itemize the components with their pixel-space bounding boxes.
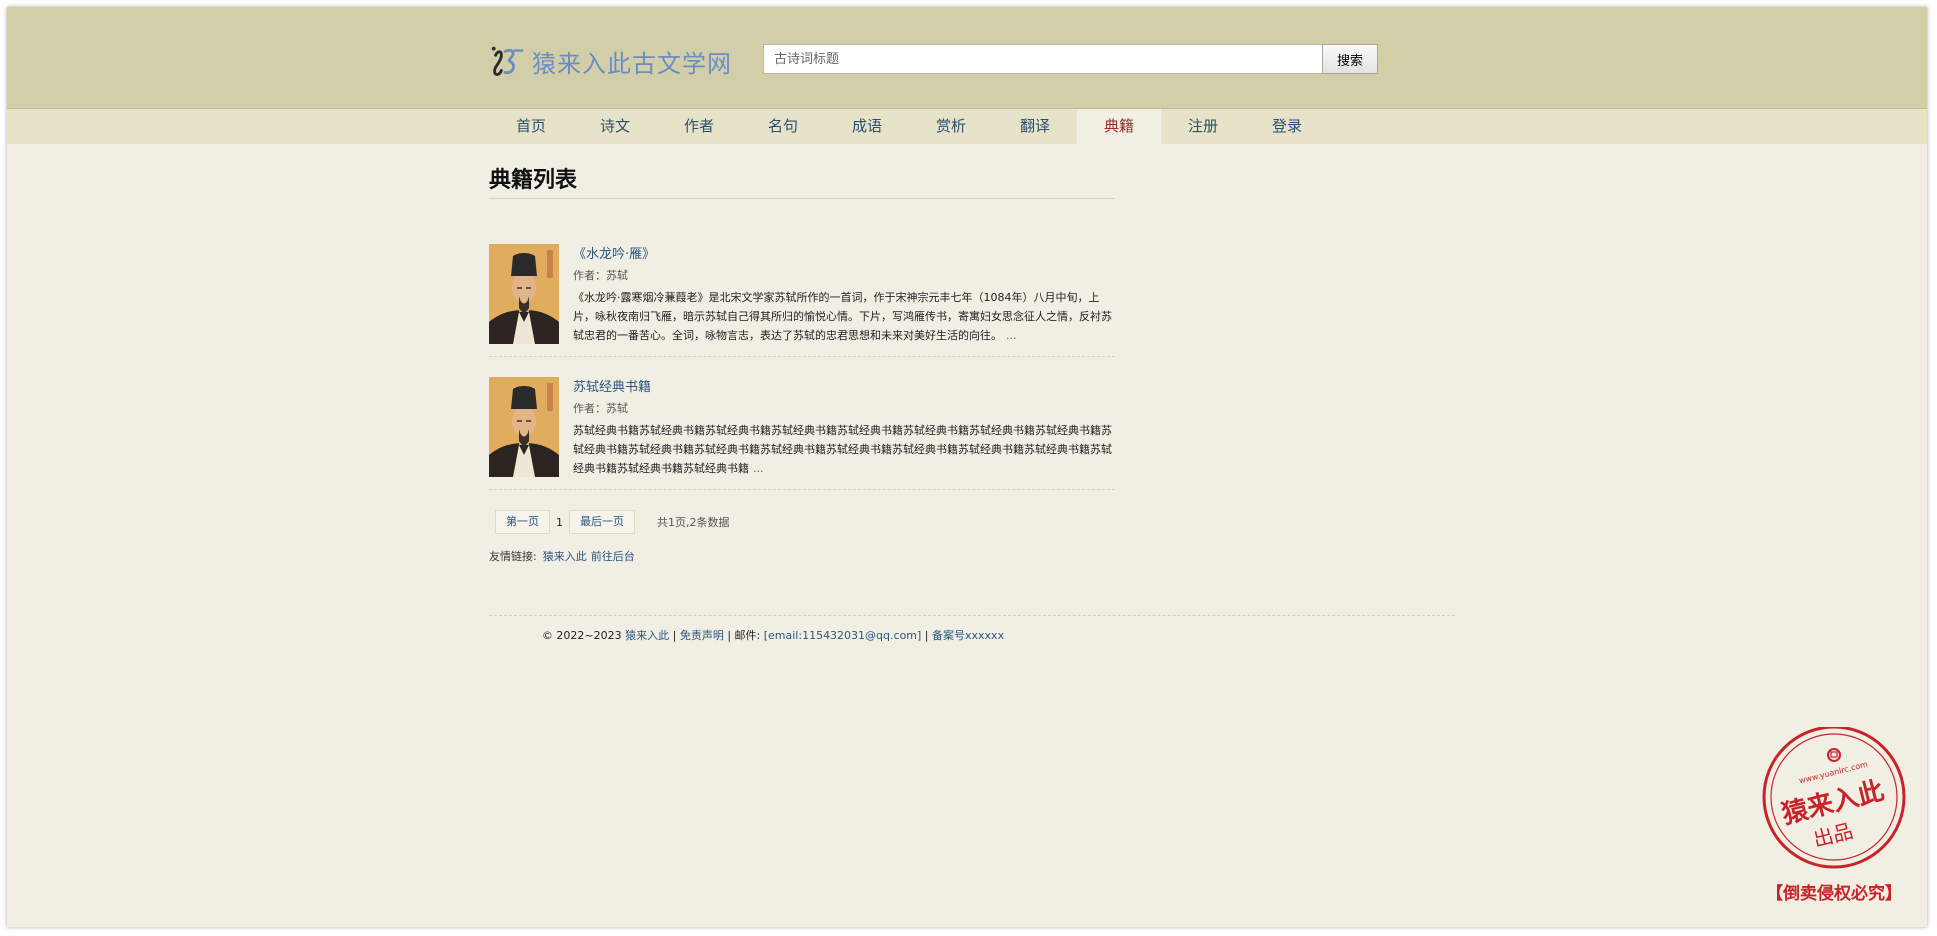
footer-divider xyxy=(489,615,1455,616)
seal-stamp-icon: www.yuanlrc.com 猿来入此 出品 【倒卖侵权必究】 xyxy=(1762,725,1906,904)
pagination: 第一页 1 最后一页 共1页,2条数据 xyxy=(489,510,1115,534)
book-author: 作者：苏轼 xyxy=(573,269,628,282)
site-logo[interactable]: 猿来入此古文学网 xyxy=(488,41,732,81)
read-more-ellipsis[interactable]: ... xyxy=(753,462,764,475)
current-page-number: 1 xyxy=(556,515,563,529)
nav-item-classics[interactable]: 典籍 xyxy=(1077,109,1161,144)
book-title-link[interactable]: 苏轼经典书籍 xyxy=(489,377,1115,397)
book-cover-image[interactable] xyxy=(489,244,559,344)
site-footer: © 2022~2023 猿来入此 | 免责声明 | 邮件: [email:115… xyxy=(489,627,1057,645)
nav-item-poems[interactable]: 诗文 xyxy=(573,109,657,144)
search-bar: 搜索 xyxy=(763,44,1378,74)
main-navigation: 首页 诗文 作者 名句 成语 赏析 翻译 典籍 注册 登录 xyxy=(7,108,1927,144)
book-description-text: 苏轼经典书籍苏轼经典书籍苏轼经典书籍苏轼经典书籍苏轼经典书籍苏轼经典书籍苏轼经典… xyxy=(573,424,1112,475)
list-item: 苏轼经典书籍 作者：苏轼 苏轼经典书籍苏轼经典书籍苏轼经典书籍苏轼经典书籍苏轼经… xyxy=(489,377,1115,490)
list-item: 《水龙吟·雁》 作者：苏轼 《水龙吟·露寒烟冷蒹葭老》是北宋文学家苏轼所作的一首… xyxy=(489,244,1115,357)
nav-item-idioms[interactable]: 成语 xyxy=(825,109,909,144)
footer-separator: | xyxy=(921,629,933,642)
site-logo-text: 猿来入此古文学网 xyxy=(532,49,732,78)
book-description: 《水龙吟·露寒烟冷蒹葭老》是北宋文学家苏轼所作的一首词，作于宋神宗元丰七年（10… xyxy=(489,288,1115,345)
book-author: 作者：苏轼 xyxy=(573,402,628,415)
book-list: 《水龙吟·雁》 作者：苏轼 《水龙吟·露寒烟冷蒹葭老》是北宋文学家苏轼所作的一首… xyxy=(489,244,1115,490)
nav-item-authors[interactable]: 作者 xyxy=(657,109,741,144)
footer-separator: | xyxy=(669,629,680,642)
browser-viewport: 猿来入此古文学网 搜索 首页 诗文 作者 名句 成语 赏析 翻译 典籍 注册 登… xyxy=(7,7,1927,927)
friend-link[interactable]: 猿来入此 xyxy=(543,550,587,563)
portrait-image xyxy=(489,244,559,344)
search-input[interactable] xyxy=(763,44,1322,74)
nav-item-register[interactable]: 注册 xyxy=(1161,109,1245,144)
copyright-seal-watermark: www.yuanlrc.com 猿来入此 出品 【倒卖侵权必究】 xyxy=(1747,725,1927,927)
page-title: 典籍列表 xyxy=(489,162,1115,199)
nav-item-quotes[interactable]: 名句 xyxy=(741,109,825,144)
disclaimer-link[interactable]: 免责声明 xyxy=(680,629,724,642)
first-page-button[interactable]: 第一页 xyxy=(495,510,550,534)
icp-link[interactable]: 备案号xxxxxx xyxy=(932,629,1004,642)
seal-banner-text: 【倒卖侵权必究】 xyxy=(1766,883,1902,904)
nav-item-translation[interactable]: 翻译 xyxy=(993,109,1077,144)
friend-links-label: 友情链接: xyxy=(489,550,537,563)
friend-links: 友情链接: 猿来入此 前往后台 xyxy=(489,548,1115,566)
read-more-ellipsis[interactable]: ... xyxy=(1006,329,1017,342)
seal-sub-text: 出品 xyxy=(1811,819,1856,852)
copyright-text: © 2022~2023 xyxy=(541,629,626,642)
pagination-info: 共1页,2条数据 xyxy=(657,516,730,529)
brush-logo-icon xyxy=(491,46,524,76)
footer-site-link[interactable]: 猿来入此 xyxy=(625,629,669,642)
footer-email-label: | 邮件: xyxy=(723,629,764,642)
nav-item-home[interactable]: 首页 xyxy=(489,109,573,144)
book-description-text: 《水龙吟·露寒烟冷蒹葭老》是北宋文学家苏轼所作的一首词，作于宋神宗元丰七年（10… xyxy=(573,291,1112,342)
nav-item-login[interactable]: 登录 xyxy=(1245,109,1329,144)
search-button[interactable]: 搜索 xyxy=(1322,44,1378,74)
nav-item-appreciation[interactable]: 赏析 xyxy=(909,109,993,144)
last-page-button[interactable]: 最后一页 xyxy=(569,510,635,534)
portrait-image xyxy=(489,377,559,477)
admin-link[interactable]: 前往后台 xyxy=(591,550,635,563)
site-header: 猿来入此古文学网 搜索 xyxy=(7,7,1927,108)
main-content: 典籍列表 《水龙吟·雁》 作者：苏轼 《水龙吟·露寒烟冷蒹葭老》是北宋文学家苏轼… xyxy=(489,162,1115,566)
email-link[interactable]: [email:115432031@qq.com] xyxy=(764,629,922,642)
book-description: 苏轼经典书籍苏轼经典书籍苏轼经典书籍苏轼经典书籍苏轼经典书籍苏轼经典书籍苏轼经典… xyxy=(489,421,1115,478)
book-cover-image[interactable] xyxy=(489,377,559,477)
book-title-link[interactable]: 《水龙吟·雁》 xyxy=(489,244,1115,264)
